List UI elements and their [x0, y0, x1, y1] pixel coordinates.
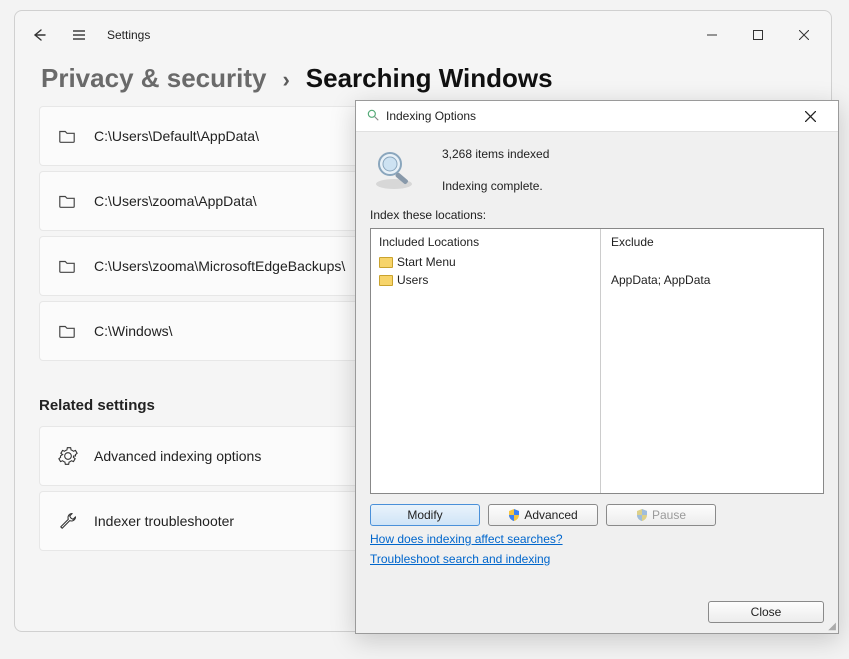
folder-icon — [58, 192, 86, 210]
excluded-folder-path: C:\Users\Default\AppData\ — [94, 128, 259, 144]
close-button-label: Close — [751, 605, 782, 619]
magnifier-icon — [370, 146, 418, 194]
pause-button-label: Pause — [652, 508, 686, 522]
advanced-button-label: Advanced — [524, 508, 577, 522]
window-titlebar: Settings — [15, 11, 831, 59]
items-indexed-text: 3,268 items indexed — [442, 147, 549, 161]
breadcrumb-separator: › — [282, 67, 289, 93]
resize-grip[interactable]: ◢ — [828, 624, 835, 630]
window-minimize-button[interactable] — [689, 19, 735, 51]
dialog-close-button[interactable] — [788, 102, 832, 130]
back-button[interactable] — [21, 17, 57, 53]
troubleshoot-link[interactable]: Troubleshoot search and indexing — [370, 552, 824, 566]
excluded-folder-path: C:\Windows\ — [94, 323, 173, 339]
indexing-status-text: Indexing complete. — [442, 179, 549, 193]
locations-list: Included Locations Start Menu Users Excl… — [370, 228, 824, 494]
window-close-button[interactable] — [781, 19, 827, 51]
related-item-label: Advanced indexing options — [94, 448, 261, 464]
related-item-label: Indexer troubleshooter — [94, 513, 234, 529]
status-row: 3,268 items indexed Indexing complete. — [370, 140, 824, 200]
excluded-folder-path: C:\Users\zooma\AppData\ — [94, 193, 257, 209]
folder-icon — [379, 275, 393, 286]
advanced-button[interactable]: Advanced — [488, 504, 598, 526]
folder-icon — [58, 257, 86, 275]
exclude-column: Exclude AppData; AppData — [601, 229, 823, 493]
included-column-header: Included Locations — [379, 235, 592, 249]
close-button[interactable]: Close — [708, 601, 824, 623]
included-location-row[interactable]: Start Menu — [379, 253, 592, 271]
included-location-row[interactable]: Users — [379, 271, 592, 289]
folder-icon — [379, 257, 393, 268]
folder-icon — [58, 322, 86, 340]
wrench-icon — [58, 511, 86, 531]
dialog-button-row: Modify Advanced Pause — [370, 504, 824, 526]
indexing-options-dialog: Indexing Options 3,268 items indexed Ind… — [355, 100, 839, 634]
excluded-folder-path: C:\Users\zooma\MicrosoftEdgeBackups\ — [94, 258, 345, 274]
modify-button-label: Modify — [407, 508, 442, 522]
exclude-value: AppData; AppData — [611, 273, 710, 287]
exclude-column-header: Exclude — [611, 235, 813, 249]
app-title: Settings — [107, 28, 150, 42]
uac-shield-icon — [508, 509, 520, 521]
menu-button[interactable] — [61, 17, 97, 53]
included-location-label: Start Menu — [397, 255, 456, 269]
window-maximize-button[interactable] — [735, 19, 781, 51]
exclude-row[interactable]: AppData; AppData — [611, 271, 813, 289]
gear-icon — [58, 446, 86, 466]
modify-button[interactable]: Modify — [370, 504, 480, 526]
pause-button: Pause — [606, 504, 716, 526]
breadcrumb-current: Searching Windows — [306, 63, 553, 94]
search-icon — [366, 108, 380, 125]
how-indexing-link[interactable]: How does indexing affect searches? — [370, 532, 824, 546]
index-locations-label: Index these locations: — [370, 208, 824, 222]
included-location-label: Users — [397, 273, 428, 287]
included-locations-column: Included Locations Start Menu Users — [371, 229, 601, 493]
breadcrumb-parent[interactable]: Privacy & security — [41, 63, 266, 94]
dialog-body: 3,268 items indexed Indexing complete. I… — [356, 131, 838, 633]
dialog-titlebar: Indexing Options — [356, 101, 838, 131]
dialog-footer: Close — [370, 587, 824, 623]
uac-shield-icon — [636, 509, 648, 521]
folder-icon — [58, 127, 86, 145]
dialog-title: Indexing Options — [386, 109, 476, 123]
breadcrumb: Privacy & security › Searching Windows — [15, 59, 831, 106]
